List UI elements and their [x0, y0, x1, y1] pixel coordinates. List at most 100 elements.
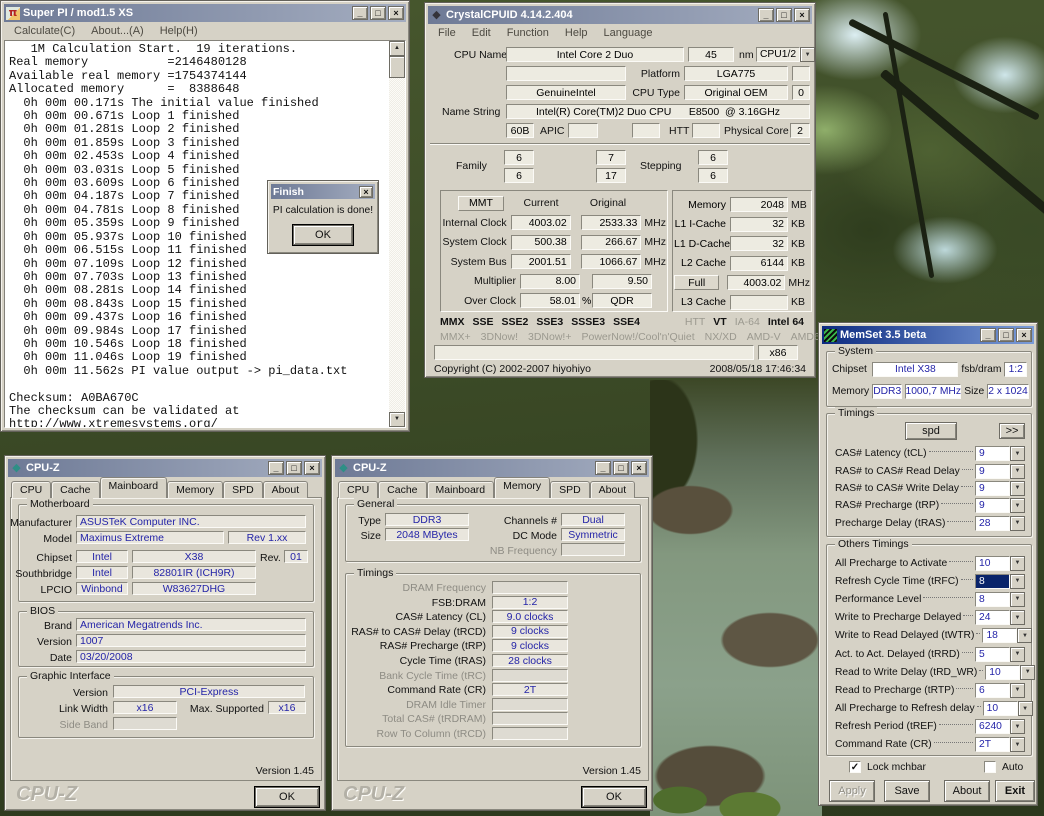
timing-value: 9 — [975, 446, 1010, 461]
close-icon[interactable]: × — [359, 186, 373, 198]
chevron-down-icon[interactable]: ▼ — [1010, 737, 1025, 752]
tab-spd[interactable]: SPD — [550, 481, 590, 498]
cpuz-titlebar[interactable]: ◆ CPU-Z _ □ × — [335, 459, 649, 477]
tab-mainboard[interactable]: Mainboard — [100, 477, 168, 498]
menu-item-language[interactable]: Language — [596, 25, 661, 41]
scroll-down-icon[interactable]: ▼ — [389, 412, 405, 427]
spd-button[interactable]: spd — [905, 422, 957, 440]
chevron-down-icon[interactable]: ▼ — [1018, 701, 1033, 716]
chipset-vendor-value: Intel — [76, 550, 128, 563]
exit-button[interactable]: Exit — [995, 780, 1035, 802]
maximize-icon[interactable]: □ — [776, 8, 792, 22]
cpu-type-label: CPU Type — [628, 87, 680, 99]
apply-button[interactable]: Apply — [829, 780, 875, 802]
finish-dialog-title: Finish — [273, 186, 356, 198]
superpi-titlebar[interactable]: π Super PI / mod1.5 XS _ □ × — [4, 4, 406, 22]
close-icon[interactable]: × — [304, 461, 320, 475]
manufacturer-value: ASUSTeK Computer INC. — [76, 515, 306, 528]
dotted-leader — [961, 486, 973, 487]
menu-item-help[interactable]: Help — [557, 25, 596, 41]
menu-item-calculatec[interactable]: Calculate(C) — [6, 23, 83, 39]
menu-item-abouta[interactable]: About...(A) — [83, 23, 152, 39]
menu-item-edit[interactable]: Edit — [464, 25, 499, 41]
lock-mchbar-checkbox[interactable]: ✓ — [849, 761, 861, 773]
menu-item-file[interactable]: File — [430, 25, 464, 41]
superpi-window-title: Super PI / mod1.5 XS — [23, 7, 349, 19]
finish-dialog-titlebar[interactable]: Finish × — [271, 184, 375, 199]
instruction-flag: VT — [713, 316, 726, 328]
stepping-label: Stepping — [640, 160, 681, 172]
chevron-down-icon[interactable]: ▼ — [1010, 592, 1025, 607]
timing-dropdown: 24▼ — [975, 610, 1025, 625]
tab-mainboard[interactable]: Mainboard — [427, 481, 495, 498]
tab-memory[interactable]: Memory — [494, 477, 550, 498]
ok-button[interactable]: OK — [582, 787, 646, 807]
ok-button[interactable]: OK — [293, 225, 353, 245]
mmt-button[interactable]: MMT — [458, 196, 504, 211]
maximize-icon[interactable]: □ — [370, 6, 386, 20]
close-icon[interactable]: × — [794, 8, 810, 22]
close-icon[interactable]: × — [388, 6, 404, 20]
maximize-icon[interactable]: □ — [286, 461, 302, 475]
chevron-down-icon[interactable]: ▼ — [1010, 683, 1025, 698]
chipset-value: X38 — [132, 550, 256, 563]
superpi-scrollbar[interactable]: ▲ ▼ — [389, 41, 405, 427]
cpuz-watermark: CPU-Z — [16, 783, 77, 806]
close-icon[interactable]: × — [631, 461, 647, 475]
chevron-down-icon[interactable]: ▼ — [1010, 498, 1025, 513]
crystalcpuid-titlebar[interactable]: ◆ CrystalCPUID 4.14.2.404 _ □ × — [428, 6, 812, 24]
chevron-down-icon[interactable]: ▼ — [800, 47, 815, 62]
tab-about[interactable]: About — [263, 481, 308, 498]
memset-body: System Chipset Intel X38 fsb/dram 1:2 Me… — [822, 344, 1034, 802]
chevron-down-icon[interactable]: ▼ — [1010, 574, 1025, 589]
close-icon[interactable]: × — [1016, 328, 1032, 342]
chevron-down-icon[interactable]: ▼ — [1010, 481, 1025, 496]
auto-checkbox[interactable] — [984, 761, 996, 773]
chevron-down-icon[interactable]: ▼ — [1017, 628, 1032, 643]
chevron-down-icon[interactable]: ▼ — [1010, 610, 1025, 625]
group-title: Graphic Interface — [27, 670, 114, 683]
timing-label: Refresh Cycle Time (tRFC) — [835, 576, 959, 587]
chevron-down-icon[interactable]: ▼ — [1010, 446, 1025, 461]
save-button[interactable]: Save — [884, 780, 930, 802]
chevron-down-icon[interactable]: ▼ — [1010, 464, 1025, 479]
tab-cpu[interactable]: CPU — [11, 481, 51, 498]
scroll-up-icon[interactable]: ▲ — [389, 41, 405, 56]
cpu-select-dropdown[interactable]: CPU1/2 ▼ — [756, 47, 812, 62]
ok-button[interactable]: OK — [255, 787, 319, 807]
minimize-icon[interactable]: _ — [758, 8, 774, 22]
timing-label: All Precharge to Refresh delay — [835, 703, 975, 714]
chevron-down-icon[interactable]: ▼ — [1010, 719, 1025, 734]
tab-spd[interactable]: SPD — [223, 481, 263, 498]
minimize-icon[interactable]: _ — [268, 461, 284, 475]
minimize-icon[interactable]: _ — [352, 6, 368, 20]
tab-cache[interactable]: Cache — [51, 481, 99, 498]
app-version: Version 1.45 — [535, 765, 641, 777]
timing-value — [492, 581, 568, 594]
minimize-icon[interactable]: _ — [980, 328, 996, 342]
cpuz-titlebar[interactable]: ◆ CPU-Z _ □ × — [8, 459, 322, 477]
timing-label: Bank Cycle Time (tRC) — [346, 670, 486, 682]
menu-item-function[interactable]: Function — [499, 25, 557, 41]
group-title: Timings — [835, 407, 877, 420]
maximize-icon[interactable]: □ — [613, 461, 629, 475]
tab-cache[interactable]: Cache — [378, 481, 426, 498]
expand-button[interactable]: >> — [999, 423, 1025, 439]
about-button[interactable]: About — [944, 780, 990, 802]
menu-item-helph[interactable]: Help(H) — [152, 23, 206, 39]
tab-cpu[interactable]: CPU — [338, 481, 378, 498]
chevron-down-icon[interactable]: ▼ — [1010, 647, 1025, 662]
tab-memory[interactable]: Memory — [167, 481, 223, 498]
clock-current-value: 58.01 — [520, 293, 580, 308]
chevron-down-icon[interactable]: ▼ — [1020, 665, 1035, 680]
unit-label: KB — [788, 218, 805, 230]
minimize-icon[interactable]: _ — [595, 461, 611, 475]
chevron-down-icon[interactable]: ▼ — [1010, 516, 1025, 531]
chevron-down-icon[interactable]: ▼ — [1010, 556, 1025, 571]
tab-about[interactable]: About — [590, 481, 635, 498]
superpi-output-line: 0h 00m 10.546s Loop 18 finished — [9, 338, 387, 351]
desktop: π Super PI / mod1.5 XS _ □ × Calculate(C… — [0, 0, 1044, 816]
scrollbar-thumb[interactable] — [389, 56, 405, 78]
memset-titlebar[interactable]: MemSet 3.5 beta _ □ × — [822, 326, 1034, 344]
maximize-icon[interactable]: □ — [998, 328, 1014, 342]
